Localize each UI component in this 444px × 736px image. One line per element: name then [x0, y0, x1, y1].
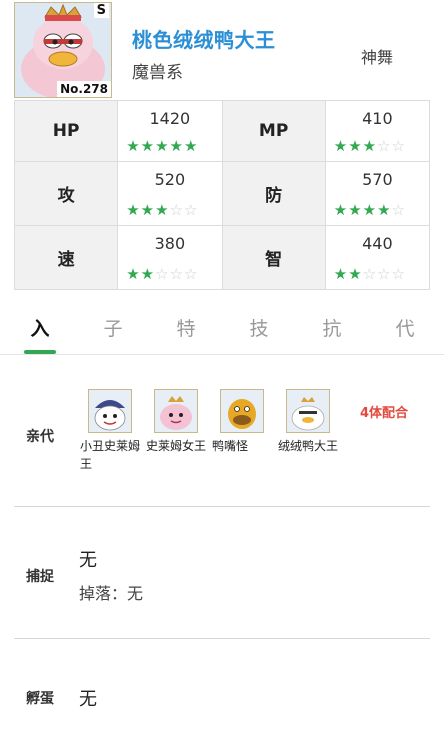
tab-traits[interactable]: 特	[166, 314, 206, 341]
star-empty-icon: ☆	[391, 136, 406, 155]
stat-value-hp: 1420 ★★★★★	[117, 100, 223, 162]
stat-label-attack: 攻	[13, 160, 119, 226]
parent-item[interactable]: 小丑史莱姆王	[78, 389, 142, 473]
parent-name: 史莱姆女王	[146, 439, 207, 453]
tab-skills[interactable]: 技	[239, 314, 279, 341]
star-filled-icon: ★	[348, 265, 363, 283]
stat-stars: ★★★★☆	[334, 201, 406, 219]
detail-tabs: 入 子 特 技 抗 代	[0, 304, 444, 355]
star-filled-icon: ★	[362, 136, 378, 155]
monster-header: S No.278 桃色绒绒鸭大王 魔兽系 神舞	[0, 0, 444, 104]
star-filled-icon: ★	[362, 200, 378, 219]
rank-badge: S	[93, 3, 109, 18]
parent-image	[88, 389, 132, 433]
parent-image	[154, 389, 198, 433]
parent-name: 小丑史莱姆王	[80, 439, 141, 471]
star-filled-icon: ★	[333, 136, 349, 155]
star-empty-icon: ☆	[169, 265, 184, 283]
star-filled-icon: ★	[169, 136, 184, 155]
stat-number: 440	[362, 233, 393, 253]
monster-skill[interactable]: 神舞	[361, 44, 393, 68]
tab-generation[interactable]: 代	[385, 314, 425, 341]
hatch-value: 无	[79, 689, 97, 710]
tab-source[interactable]: 入	[20, 314, 60, 341]
stat-value-speed: 380 ★★☆☆☆	[117, 224, 223, 291]
stat-number: 520	[154, 169, 186, 189]
stat-number: 1420	[149, 109, 191, 128]
parents-label: 亲代	[26, 429, 54, 445]
star-filled-icon: ★	[155, 200, 170, 219]
drop-value: 掉落：无	[79, 584, 144, 603]
stat-label-defense: 防	[221, 160, 326, 226]
star-filled-icon: ★	[377, 200, 392, 219]
stat-label-hp: HP	[13, 100, 119, 162]
star-filled-icon: ★	[333, 200, 349, 219]
capture-label: 捕捉	[26, 569, 54, 585]
star-empty-icon: ☆	[377, 136, 392, 155]
star-empty-icon: ☆	[377, 265, 392, 283]
star-filled-icon: ★	[126, 200, 141, 219]
stat-number: 570	[362, 169, 393, 189]
stat-label-mp: MP	[221, 100, 326, 162]
parent-item[interactable]: 史莱姆女王	[144, 389, 208, 455]
section-divider	[14, 506, 430, 507]
monster-family: 魔兽系	[132, 63, 183, 83]
stat-label-speed: 速	[13, 224, 119, 291]
clown-slime-king-image	[89, 390, 131, 432]
stat-value-attack: 520 ★★★☆☆	[117, 160, 223, 226]
star-filled-icon: ★	[140, 200, 156, 219]
star-empty-icon: ☆	[362, 265, 378, 283]
stat-value-wisdom: 440 ★★☆☆☆	[324, 224, 431, 291]
star-empty-icon: ☆	[184, 265, 199, 283]
stat-stars: ★★☆☆☆	[334, 265, 406, 283]
slime-queen-image	[155, 390, 197, 432]
stat-label-wisdom: 智	[221, 224, 326, 291]
combo-badge: 4体配合	[360, 406, 409, 421]
star-filled-icon: ★	[348, 200, 363, 219]
parent-item[interactable]: 绒绒鸭大王	[276, 389, 340, 455]
parent-image	[220, 389, 264, 433]
star-empty-icon: ☆	[391, 265, 406, 283]
stat-stars: ★★★★★	[126, 137, 198, 155]
star-filled-icon: ★	[333, 265, 349, 283]
star-filled-icon: ★	[140, 265, 156, 283]
star-filled-icon: ★	[348, 136, 363, 155]
tab-resistance[interactable]: 抗	[312, 314, 352, 341]
monster-name: 桃色绒绒鸭大王	[132, 28, 276, 52]
stat-number: 410	[362, 109, 393, 128]
section-divider	[14, 638, 430, 639]
star-empty-icon: ☆	[155, 265, 170, 283]
star-filled-icon: ★	[140, 136, 156, 155]
star-empty-icon: ☆	[184, 200, 199, 219]
parent-name: 鸭嘴怪	[212, 439, 249, 453]
star-filled-icon: ★	[184, 136, 199, 155]
platypus-monster-image	[221, 390, 263, 432]
tab-offspring[interactable]: 子	[93, 314, 133, 341]
fluffy-duck-king-image	[287, 390, 329, 432]
star-filled-icon: ★	[155, 136, 170, 155]
active-tab-indicator	[24, 350, 56, 354]
stat-stars: ★★★☆☆	[126, 201, 198, 219]
monster-portrait: S No.278	[14, 2, 112, 98]
parent-image	[286, 389, 330, 433]
stats-table: HP 1420 ★★★★★ MP 410 ★★★☆☆ 攻 520 ★★★☆☆ 防…	[13, 100, 431, 291]
stat-value-defense: 570 ★★★★☆	[324, 160, 431, 226]
star-empty-icon: ☆	[391, 200, 406, 219]
stat-stars: ★★☆☆☆	[126, 265, 198, 283]
hatch-label: 孵蛋	[26, 691, 54, 707]
star-filled-icon: ★	[126, 265, 141, 283]
stat-stars: ★★★☆☆	[334, 137, 406, 155]
star-empty-icon: ☆	[169, 200, 184, 219]
parent-item[interactable]: 鸭嘴怪	[210, 389, 274, 455]
stat-value-mp: 410 ★★★☆☆	[324, 100, 431, 162]
capture-value: 无	[79, 550, 97, 571]
parent-name: 绒绒鸭大王	[278, 439, 339, 453]
star-filled-icon: ★	[126, 136, 141, 155]
stat-number: 380	[154, 233, 186, 253]
monster-number: No.278	[57, 81, 111, 97]
